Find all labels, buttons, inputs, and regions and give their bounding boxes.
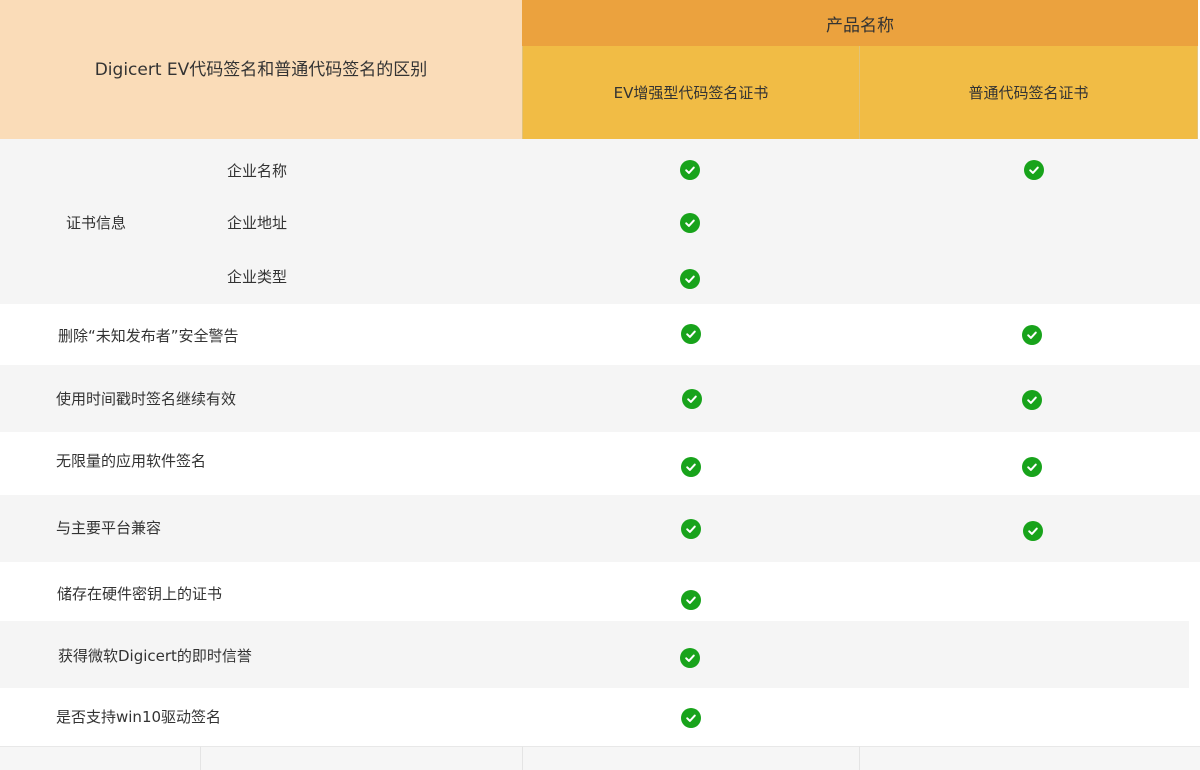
feature-timestamp: 使用时间戳时签名继续有效 [56,390,237,408]
feature-unlimited-signing: 无限量的应用软件签名 [56,452,207,470]
column-header-standard: 普通代码签名证书 [859,46,1198,139]
sub-item-company-name: 企业名称 [227,162,288,180]
row-certificate-info [0,139,1200,304]
column-header-ev: EV增强型代码签名证书 [522,46,859,139]
row-platform-compat [0,495,1200,562]
check-circle-icon [681,519,701,539]
feature-remove-warning: 删除“未知发布者”安全警告 [58,327,239,345]
check-circle-icon [680,648,700,668]
check-circle-icon [681,457,701,477]
table-footer-cell [0,746,200,770]
check-circle-icon [1022,325,1042,345]
check-circle-icon [1023,521,1043,541]
product-name-header: 产品名称 [522,0,1198,46]
table-footer-cell [859,746,1200,770]
check-circle-icon [682,389,702,409]
sub-item-company-address: 企业地址 [227,214,288,232]
feature-instant-reputation: 获得微软Digicert的即时信誉 [58,647,252,665]
check-circle-icon [681,324,701,344]
sub-item-company-type: 企业类型 [227,268,288,286]
check-circle-icon [680,213,700,233]
check-circle-icon [1024,160,1044,180]
check-circle-icon [681,708,701,728]
check-circle-icon [681,590,701,610]
feature-platform-compat: 与主要平台兼容 [56,519,162,537]
group-label-certificate-info: 证书信息 [66,214,127,232]
table-title: Digicert EV代码签名和普通代码签名的区别 [0,0,522,139]
check-circle-icon [680,269,700,289]
feature-win10-driver: 是否支持win10驱动签名 [56,708,222,726]
check-circle-icon [1022,390,1042,410]
table-footer-cell [522,746,859,770]
check-circle-icon [1022,457,1042,477]
check-circle-icon [680,160,700,180]
table-footer-cell [200,746,522,770]
feature-hardware-key: 储存在硬件密钥上的证书 [57,585,223,603]
